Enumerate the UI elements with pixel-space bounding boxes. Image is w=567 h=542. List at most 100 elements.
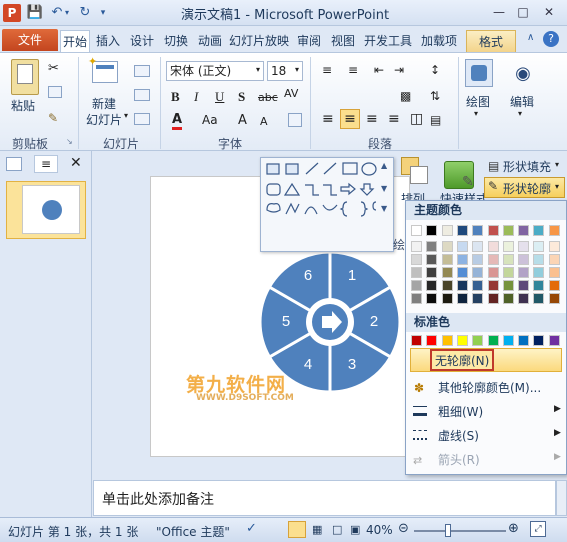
theme-shade-swatch[interactable] xyxy=(487,241,499,252)
columns-icon[interactable]: ◫ xyxy=(410,111,423,127)
shapes-gallery-icons[interactable] xyxy=(261,158,393,251)
new-slide-label[interactable]: 新建 xyxy=(92,95,116,112)
theme-shade-swatch[interactable] xyxy=(548,254,560,265)
theme-shade-swatch[interactable] xyxy=(548,241,560,252)
theme-shade-swatch[interactable] xyxy=(502,280,514,291)
grow-font-icon[interactable]: A xyxy=(238,113,247,128)
bold-icon[interactable]: B xyxy=(171,89,180,105)
align-right-icon[interactable]: ≡ xyxy=(366,111,378,127)
justify-icon[interactable]: ≡ xyxy=(388,111,400,127)
tab-animations[interactable]: 动画 xyxy=(195,30,225,52)
drawing-icon[interactable] xyxy=(465,59,493,87)
shape-outline-dropdown-icon[interactable]: ▾ xyxy=(555,182,559,191)
theme-status[interactable]: "Office 主题" xyxy=(156,523,230,540)
numbering-icon[interactable]: ≡ xyxy=(348,63,358,77)
shape-outline-button[interactable]: 形状轮廓 xyxy=(503,180,551,197)
quick-styles-label[interactable]: 快速样式 xyxy=(440,193,488,200)
theme-shade-swatch[interactable] xyxy=(411,241,422,252)
tab-view[interactable]: 视图 xyxy=(328,30,358,52)
font-color-icon[interactable]: A xyxy=(172,113,183,130)
theme-shade-swatch[interactable] xyxy=(456,241,468,252)
align-left-icon[interactable]: ≡ xyxy=(322,111,334,127)
standard-color-swatch[interactable] xyxy=(487,335,499,346)
theme-shade-swatch[interactable] xyxy=(441,280,453,291)
theme-shade-swatch[interactable] xyxy=(487,254,499,265)
theme-shade-swatch[interactable] xyxy=(411,267,422,278)
char-spacing-icon[interactable]: AV xyxy=(284,87,298,100)
zoom-out-icon[interactable]: ⊝ xyxy=(398,521,409,536)
more-outline-colors-item[interactable]: 其他轮廓颜色(M)... xyxy=(438,377,541,399)
shrink-font-icon[interactable]: A xyxy=(260,115,268,128)
notes-pane[interactable]: 单击此处添加备注 xyxy=(93,480,556,516)
smartart-icon[interactable]: ▩ xyxy=(400,89,411,103)
align-center-icon[interactable]: ≡ xyxy=(340,109,360,129)
reading-view-icon[interactable]: □ xyxy=(332,523,342,536)
tab-transitions[interactable]: 切换 xyxy=(161,30,191,52)
theme-shade-swatch[interactable] xyxy=(411,254,422,265)
theme-shade-swatch[interactable] xyxy=(533,241,545,252)
theme-color-swatch[interactable] xyxy=(533,225,545,236)
theme-shade-swatch[interactable] xyxy=(502,293,514,304)
theme-shade-swatch[interactable] xyxy=(411,280,422,291)
undo-dropdown-icon[interactable]: ▾ xyxy=(62,4,72,22)
decrease-indent-icon[interactable]: ⇤ xyxy=(374,63,384,77)
shape-outline-icon[interactable]: ✎ xyxy=(488,179,498,193)
theme-color-swatch[interactable] xyxy=(518,225,530,236)
editing-dropdown-icon[interactable]: ▾ xyxy=(518,109,522,118)
fit-to-window-icon[interactable]: ⤢ xyxy=(530,521,546,537)
gallery-more-icon[interactable]: ▼ xyxy=(381,204,387,213)
maximize-icon[interactable]: □ xyxy=(510,3,536,21)
shape-fill-icon[interactable]: ▤ xyxy=(488,159,499,173)
slide-sorter-icon[interactable]: ▦ xyxy=(312,523,322,536)
editing-button-label[interactable]: 编辑 xyxy=(510,93,534,110)
new-slide-label-2[interactable]: 幻灯片 xyxy=(86,111,122,128)
theme-shade-swatch[interactable] xyxy=(472,280,484,291)
theme-shade-swatch[interactable] xyxy=(441,254,453,265)
tab-insert[interactable]: 插入 xyxy=(93,30,123,52)
minimize-ribbon-icon[interactable]: ∧ xyxy=(527,32,534,43)
close-icon[interactable]: ✕ xyxy=(536,3,562,21)
underline-icon[interactable]: U xyxy=(215,89,224,105)
theme-shade-swatch[interactable] xyxy=(472,267,484,278)
customize-quick-access-icon[interactable]: ▾ xyxy=(94,4,112,22)
theme-shade-swatch[interactable] xyxy=(441,267,453,278)
section-icon[interactable] xyxy=(134,113,150,125)
increase-indent-icon[interactable]: ⇥ xyxy=(394,63,404,77)
theme-shade-swatch[interactable] xyxy=(518,280,530,291)
theme-shade-swatch[interactable] xyxy=(502,241,514,252)
no-outline-item[interactable]: 无轮廓(N) xyxy=(430,349,495,371)
standard-color-swatch[interactable] xyxy=(518,335,530,346)
theme-shade-swatch[interactable] xyxy=(426,267,438,278)
standard-color-swatch[interactable] xyxy=(441,335,453,346)
standard-color-swatch[interactable] xyxy=(502,335,514,346)
slide-count-status[interactable]: 幻灯片 第 1 张，共 1 张 xyxy=(8,523,138,540)
redo-icon[interactable]: ↻ xyxy=(76,4,94,22)
layout-icon[interactable] xyxy=(134,65,150,77)
theme-shade-swatch[interactable] xyxy=(426,241,438,252)
arrange-label[interactable]: 排列 xyxy=(401,193,425,200)
theme-color-swatch[interactable] xyxy=(426,225,438,236)
close-pane-icon[interactable]: ✕ xyxy=(70,155,82,171)
gallery-scroll-up-icon[interactable]: ▲ xyxy=(381,161,387,170)
paste-icon[interactable] xyxy=(11,59,39,95)
paste-button-label[interactable]: 粘贴 xyxy=(11,97,35,114)
strikethrough-icon[interactable]: abc xyxy=(258,91,278,104)
theme-shade-swatch[interactable] xyxy=(502,254,514,265)
shadow-icon[interactable]: S xyxy=(238,89,245,105)
theme-shade-swatch[interactable] xyxy=(502,267,514,278)
theme-shade-swatch[interactable] xyxy=(441,293,453,304)
theme-shade-swatch[interactable] xyxy=(472,293,484,304)
theme-shade-swatch[interactable] xyxy=(426,293,438,304)
clipboard-launcher-icon[interactable]: ↘ xyxy=(66,137,73,146)
clear-formatting-icon[interactable] xyxy=(288,113,302,127)
theme-shade-swatch[interactable] xyxy=(487,293,499,304)
theme-color-swatch[interactable] xyxy=(411,225,422,236)
tab-addins[interactable]: 加载项 xyxy=(419,30,459,52)
standard-color-swatch[interactable] xyxy=(456,335,468,346)
cut-icon[interactable]: ✂ xyxy=(48,61,59,76)
zoom-slider-track[interactable] xyxy=(414,530,506,532)
theme-shade-swatch[interactable] xyxy=(456,293,468,304)
standard-color-swatch[interactable] xyxy=(533,335,545,346)
drawing-button-label[interactable]: 绘图 xyxy=(466,93,490,110)
tab-developer[interactable]: 开发工具 xyxy=(362,30,414,52)
